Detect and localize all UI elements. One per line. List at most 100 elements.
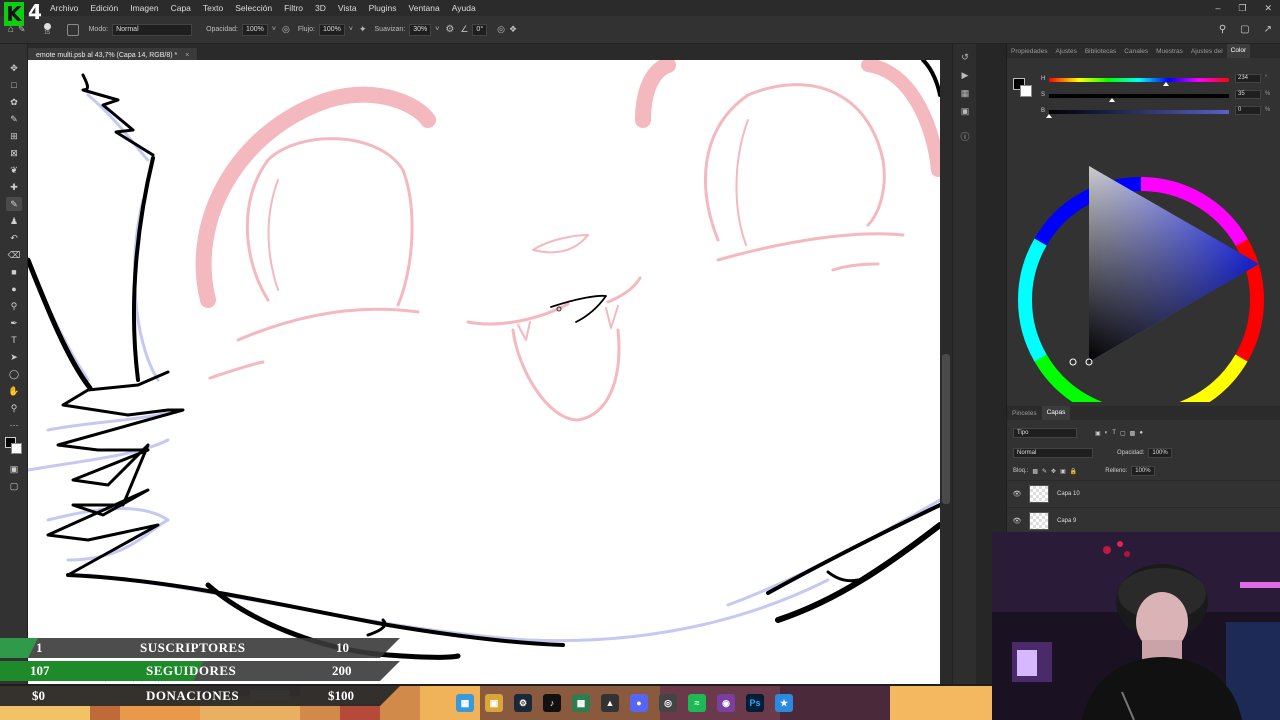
crop-tool-icon[interactable]: ⊞ [6,129,22,143]
brightness-value[interactable]: 0 [1235,106,1261,115]
tab-propiedades[interactable]: Propiedades [1007,48,1052,55]
filter-shape-icon[interactable]: ▢ [1120,430,1126,437]
menu-imagen[interactable]: Imagen [124,3,164,13]
maximize-icon[interactable]: ❐ [1238,3,1246,14]
pen-tool-icon[interactable]: ✒ [6,316,22,330]
lock-all-icon[interactable]: 🔒 [1070,468,1077,475]
navigator-icon[interactable]: ▦ [959,88,971,98]
hue-slider[interactable] [1049,78,1229,82]
path-select-tool-icon[interactable]: ➤ [6,350,22,364]
tab-color[interactable]: Color [1226,44,1251,58]
spotify-icon[interactable]: ≈ [688,694,706,712]
layer-row[interactable]: 👁 Capa 9 [1007,507,1280,533]
layer-opacity-field[interactable]: 100% [1148,448,1172,458]
eyedropper-tool-icon[interactable]: ❦ [6,163,22,177]
pressure-size-icon[interactable]: ◎ [497,24,505,35]
scrollbar-thumb[interactable] [942,354,950,504]
photoshop-icon[interactable]: Ps [746,694,764,712]
filter-toggle-icon[interactable]: ● [1139,430,1143,436]
obs-icon[interactable]: ◉ [717,694,735,712]
vertical-scrollbar[interactable] [940,44,952,684]
airbrush-icon[interactable]: ✦ [359,24,367,35]
screen-mode-icon[interactable]: ▢ [6,479,22,493]
lock-paint-icon[interactable]: ✎ [1042,468,1047,475]
tab-capas[interactable]: Capas [1041,406,1071,420]
opacity-field[interactable]: 100% [241,23,268,36]
dodge-tool-icon[interactable]: ⚲ [6,299,22,313]
windows-start-icon[interactable]: ▦ [456,694,474,712]
layer-row[interactable]: 👁 Capa 10 [1007,480,1280,506]
gear-icon[interactable]: ⚙ [445,24,454,35]
filter-adjust-icon[interactable]: ◐ [1105,430,1109,436]
tab-ajustes[interactable]: Ajustes [1052,48,1081,55]
actions-icon[interactable]: ▶ [959,70,971,80]
saturation-slider[interactable] [1049,94,1229,98]
close-icon[interactable]: ✕ [1264,3,1272,14]
tab-muestras[interactable]: Muestras [1152,48,1187,55]
menu-vista[interactable]: Vista [332,3,363,13]
menu-filtro[interactable]: Filtro [278,3,309,13]
move-tool-icon[interactable]: ✥ [6,61,22,75]
saturation-value[interactable]: 35 [1235,90,1261,99]
brightness-slider[interactable] [1049,110,1229,114]
filter-smart-icon[interactable]: ▩ [1130,430,1136,437]
lock-artboard-icon[interactable]: ▣ [1060,468,1066,475]
search-icon[interactable]: ⚲ [1219,24,1226,35]
shape-tool-icon[interactable]: ◯ [6,367,22,381]
brush-settings-icon[interactable] [66,23,79,36]
fill-field[interactable]: 100% [1131,466,1155,476]
menu-3d[interactable]: 3D [309,3,332,13]
frame-tool-icon[interactable]: ⊠ [6,146,22,160]
menu-capa[interactable]: Capa [165,3,197,13]
lock-transparency-icon[interactable]: ▩ [1032,468,1038,475]
color-swatches-panel[interactable] [1013,78,1037,102]
background-swatch[interactable] [11,443,22,454]
marquee-tool-icon[interactable]: □ [6,78,22,92]
share-icon[interactable]: ↗ [1264,24,1272,35]
zoom-tool-icon[interactable]: ⚲ [6,401,22,415]
healing-tool-icon[interactable]: ✚ [6,180,22,194]
hue-value[interactable]: 234 [1235,74,1261,83]
chrome-icon[interactable]: ◎ [659,694,677,712]
chevron-down-icon[interactable]: ˅ [349,26,353,33]
menu-seleccion[interactable]: Selección [229,3,278,13]
type-tool-icon[interactable]: T [6,333,22,347]
tab-pinceles[interactable]: Pinceles [1007,410,1042,417]
menu-ventana[interactable]: Ventana [403,3,446,13]
tiktok-icon[interactable]: ♪ [543,694,561,712]
visibility-eye-icon[interactable]: 👁 [1007,490,1027,498]
flow-field[interactable]: 100% [318,23,345,36]
brightness-slider-knob[interactable] [1046,114,1052,118]
workspace-icon[interactable]: ▢ [1240,24,1249,35]
epic-icon[interactable]: ▲ [601,694,619,712]
canvas[interactable] [28,60,940,684]
color-swatches[interactable] [0,435,28,459]
minimize-icon[interactable]: – [1215,3,1220,13]
menu-ayuda[interactable]: Ayuda [446,3,482,13]
smoothing-field[interactable]: 30% [409,23,432,36]
menu-texto[interactable]: Texto [197,3,229,13]
angle-icon[interactable]: ∠ [460,24,468,35]
chevron-down-icon[interactable]: ˅ [272,26,276,33]
lock-move-icon[interactable]: ✥ [1051,468,1056,475]
filter-type-icon[interactable]: T [1112,430,1116,436]
blend-mode-select[interactable]: Normal [1013,448,1093,458]
symmetry-icon[interactable]: ❖ [509,24,517,35]
more-tools-icon[interactable]: ⋯ [6,418,22,432]
discord-icon[interactable]: ● [630,694,648,712]
file-explorer-icon[interactable]: ▣ [485,694,503,712]
gradient-tool-icon[interactable]: ■ [6,265,22,279]
color-wheel[interactable] [1007,122,1280,402]
hue-slider-knob[interactable] [1163,82,1169,86]
background-color[interactable] [1020,85,1032,97]
info-icon[interactable]: ⓘ [959,132,971,142]
menu-archivo[interactable]: Archivo [44,3,84,13]
history-icon[interactable]: ↺ [959,52,971,62]
quick-mask-icon[interactable]: ▣ [6,462,22,476]
blur-tool-icon[interactable]: ● [6,282,22,296]
brush-tool-icon[interactable]: ✎ [6,197,22,211]
tab-canales[interactable]: Canales [1120,48,1152,55]
hand-tool-icon[interactable]: ✋ [6,384,22,398]
tab-ajustes-del[interactable]: Ajustes del [1187,48,1227,55]
pressure-opacity-icon[interactable]: ◎ [282,24,290,35]
